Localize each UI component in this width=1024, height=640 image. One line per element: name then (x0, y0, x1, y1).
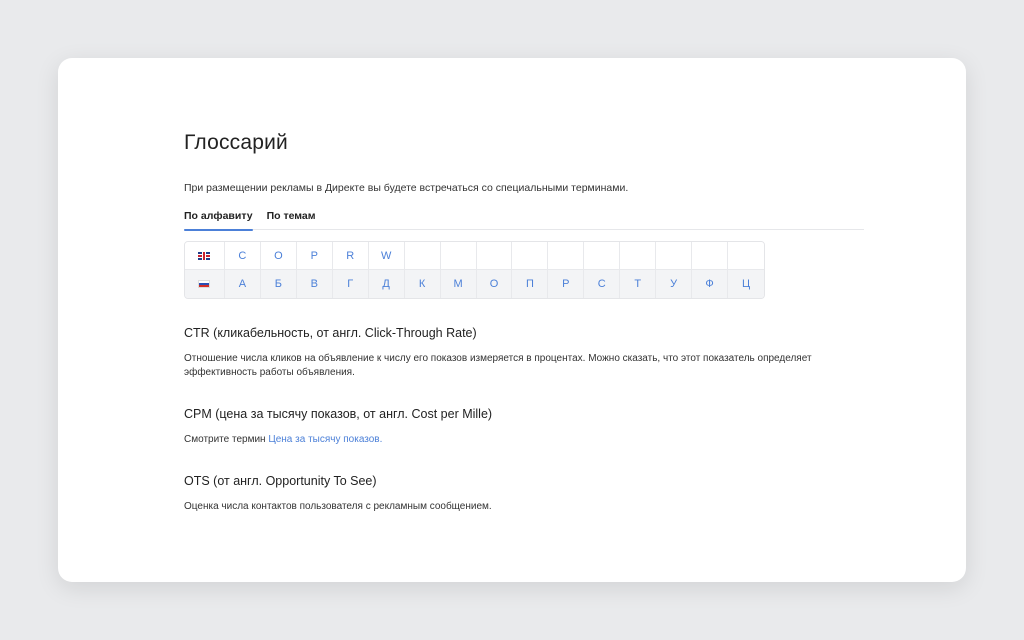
letter-link[interactable]: Б (261, 270, 297, 298)
letter-link[interactable]: Д (369, 270, 405, 298)
alphabet-index: COPRW АБВГДКМОПРСТУФЦ (184, 241, 765, 299)
term-description: Оценка числа контактов пользователя с ре… (184, 501, 492, 512)
letter-link[interactable]: К (405, 270, 441, 298)
term-ctr: CTR (кликабельность, от англ. Click-Thro… (184, 325, 864, 380)
letter-link[interactable]: W (369, 242, 405, 270)
letter-link[interactable]: В (297, 270, 333, 298)
glossary-card: Глоссарий При размещении рекламы в Дирек… (58, 58, 966, 582)
term-title: OTS (от англ. Opportunity To See) (184, 474, 377, 488)
empty-letter-cell (728, 242, 764, 270)
glossary-content: Глоссарий При размещении рекламы в Дирек… (184, 128, 864, 514)
uk-flag-cell (185, 242, 225, 270)
letter-link[interactable]: O (261, 242, 297, 270)
empty-letter-cell (441, 242, 477, 270)
term-link-cpm[interactable]: Цена за тысячу показов. (268, 434, 382, 445)
empty-letter-cell (477, 242, 513, 270)
term-description-prefix: Смотрите термин (184, 434, 269, 445)
tab-bar: По алфавиту По темам (184, 209, 864, 231)
letter-link[interactable]: R (333, 242, 369, 270)
empty-letter-cell (512, 242, 549, 270)
tab-alphabet[interactable]: По алфавиту (184, 209, 253, 231)
tab-topics[interactable]: По темам (267, 209, 316, 230)
term-description: Смотрите термин Цена за тысячу показов. (184, 433, 854, 447)
letter-link[interactable]: Г (333, 270, 369, 298)
term-title: CPM (цена за тысячу показов, от англ. Co… (184, 407, 493, 421)
letter-link[interactable]: С (584, 270, 621, 298)
empty-letter-cell (548, 242, 585, 270)
letter-link[interactable]: П (512, 270, 549, 298)
empty-letter-cell (656, 242, 693, 270)
page-title: Глоссарий (184, 131, 288, 154)
term-description: Отношение числа кликов на объявление к ч… (184, 353, 812, 378)
letter-link[interactable]: О (477, 270, 513, 298)
latin-letters-row: COPRW (185, 242, 764, 270)
letter-link[interactable]: Ф (692, 270, 729, 298)
empty-letter-cell (584, 242, 621, 270)
term-cpm: CPM (цена за тысячу показов, от англ. Co… (184, 406, 864, 447)
empty-letter-cell (620, 242, 657, 270)
letter-link[interactable]: P (297, 242, 333, 270)
letter-link[interactable]: C (225, 242, 261, 270)
letter-link[interactable]: А (225, 270, 261, 298)
term-ots: OTS (от англ. Opportunity To See) Оценка… (184, 473, 864, 514)
ru-flag-cell (185, 270, 225, 298)
letter-link[interactable]: Р (548, 270, 585, 298)
ru-flag-icon (198, 280, 211, 288)
letter-link[interactable]: Ц (728, 270, 764, 298)
letter-link[interactable]: Т (620, 270, 657, 298)
empty-letter-cell (692, 242, 729, 270)
letter-link[interactable]: У (656, 270, 693, 298)
uk-flag-icon (198, 252, 211, 260)
cyrillic-letters-row: АБВГДКМОПРСТУФЦ (185, 270, 764, 298)
letter-link[interactable]: М (441, 270, 477, 298)
term-title: CTR (кликабельность, от англ. Click-Thro… (184, 326, 477, 340)
intro-text: При размещении рекламы в Директе вы буде… (184, 182, 629, 194)
empty-letter-cell (405, 242, 441, 270)
